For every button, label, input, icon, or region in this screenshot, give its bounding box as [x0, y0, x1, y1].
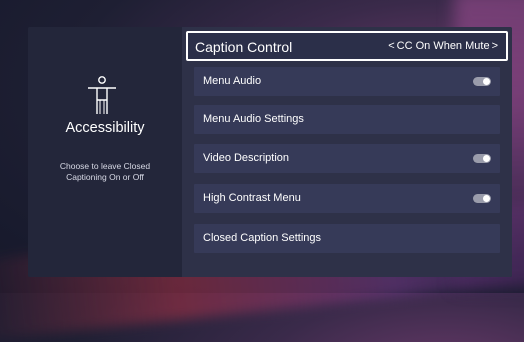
- sidebar-description: Choose to leave Closed Captioning On or …: [59, 161, 151, 182]
- caption-control-value: CC On When Mute: [396, 40, 490, 52]
- toggle-knob: [483, 155, 490, 162]
- menu-audio-toggle[interactable]: [473, 77, 491, 86]
- menu-item-label: Menu Audio: [203, 75, 262, 87]
- menu-item-high-contrast-menu[interactable]: High Contrast Menu: [194, 184, 500, 213]
- caption-control-label: Caption Control: [195, 39, 293, 55]
- info-sidebar: Accessibility Choose to leave Closed Cap…: [28, 27, 182, 277]
- sidebar-title: Accessibility: [65, 120, 145, 136]
- toggle-knob: [483, 78, 490, 85]
- chevron-right-icon[interactable]: >: [492, 40, 498, 52]
- menu-item-label: High Contrast Menu: [203, 192, 301, 204]
- toggle-knob: [483, 195, 490, 202]
- high-contrast-menu-toggle[interactable]: [473, 194, 491, 203]
- menu-item-menu-audio-settings[interactable]: Menu Audio Settings: [194, 105, 500, 134]
- menu-item-closed-caption-settings[interactable]: Closed Caption Settings: [194, 224, 500, 253]
- menu-item-menu-audio[interactable]: Menu Audio: [194, 67, 500, 96]
- accessibility-person-icon: [88, 76, 116, 114]
- menu-item-label: Closed Caption Settings: [203, 232, 322, 244]
- menu-item-label: Menu Audio Settings: [203, 113, 304, 125]
- menu-item-video-description[interactable]: Video Description: [194, 144, 500, 173]
- chevron-left-icon[interactable]: <: [388, 40, 394, 52]
- menu-item-label: Video Description: [203, 152, 290, 164]
- caption-control-selector[interactable]: Caption Control < CC On When Mute >: [186, 31, 508, 61]
- accessibility-panel: Accessibility Choose to leave Closed Cap…: [28, 27, 512, 277]
- video-description-toggle[interactable]: [473, 154, 491, 163]
- caption-control-value-group: < CC On When Mute >: [388, 40, 498, 52]
